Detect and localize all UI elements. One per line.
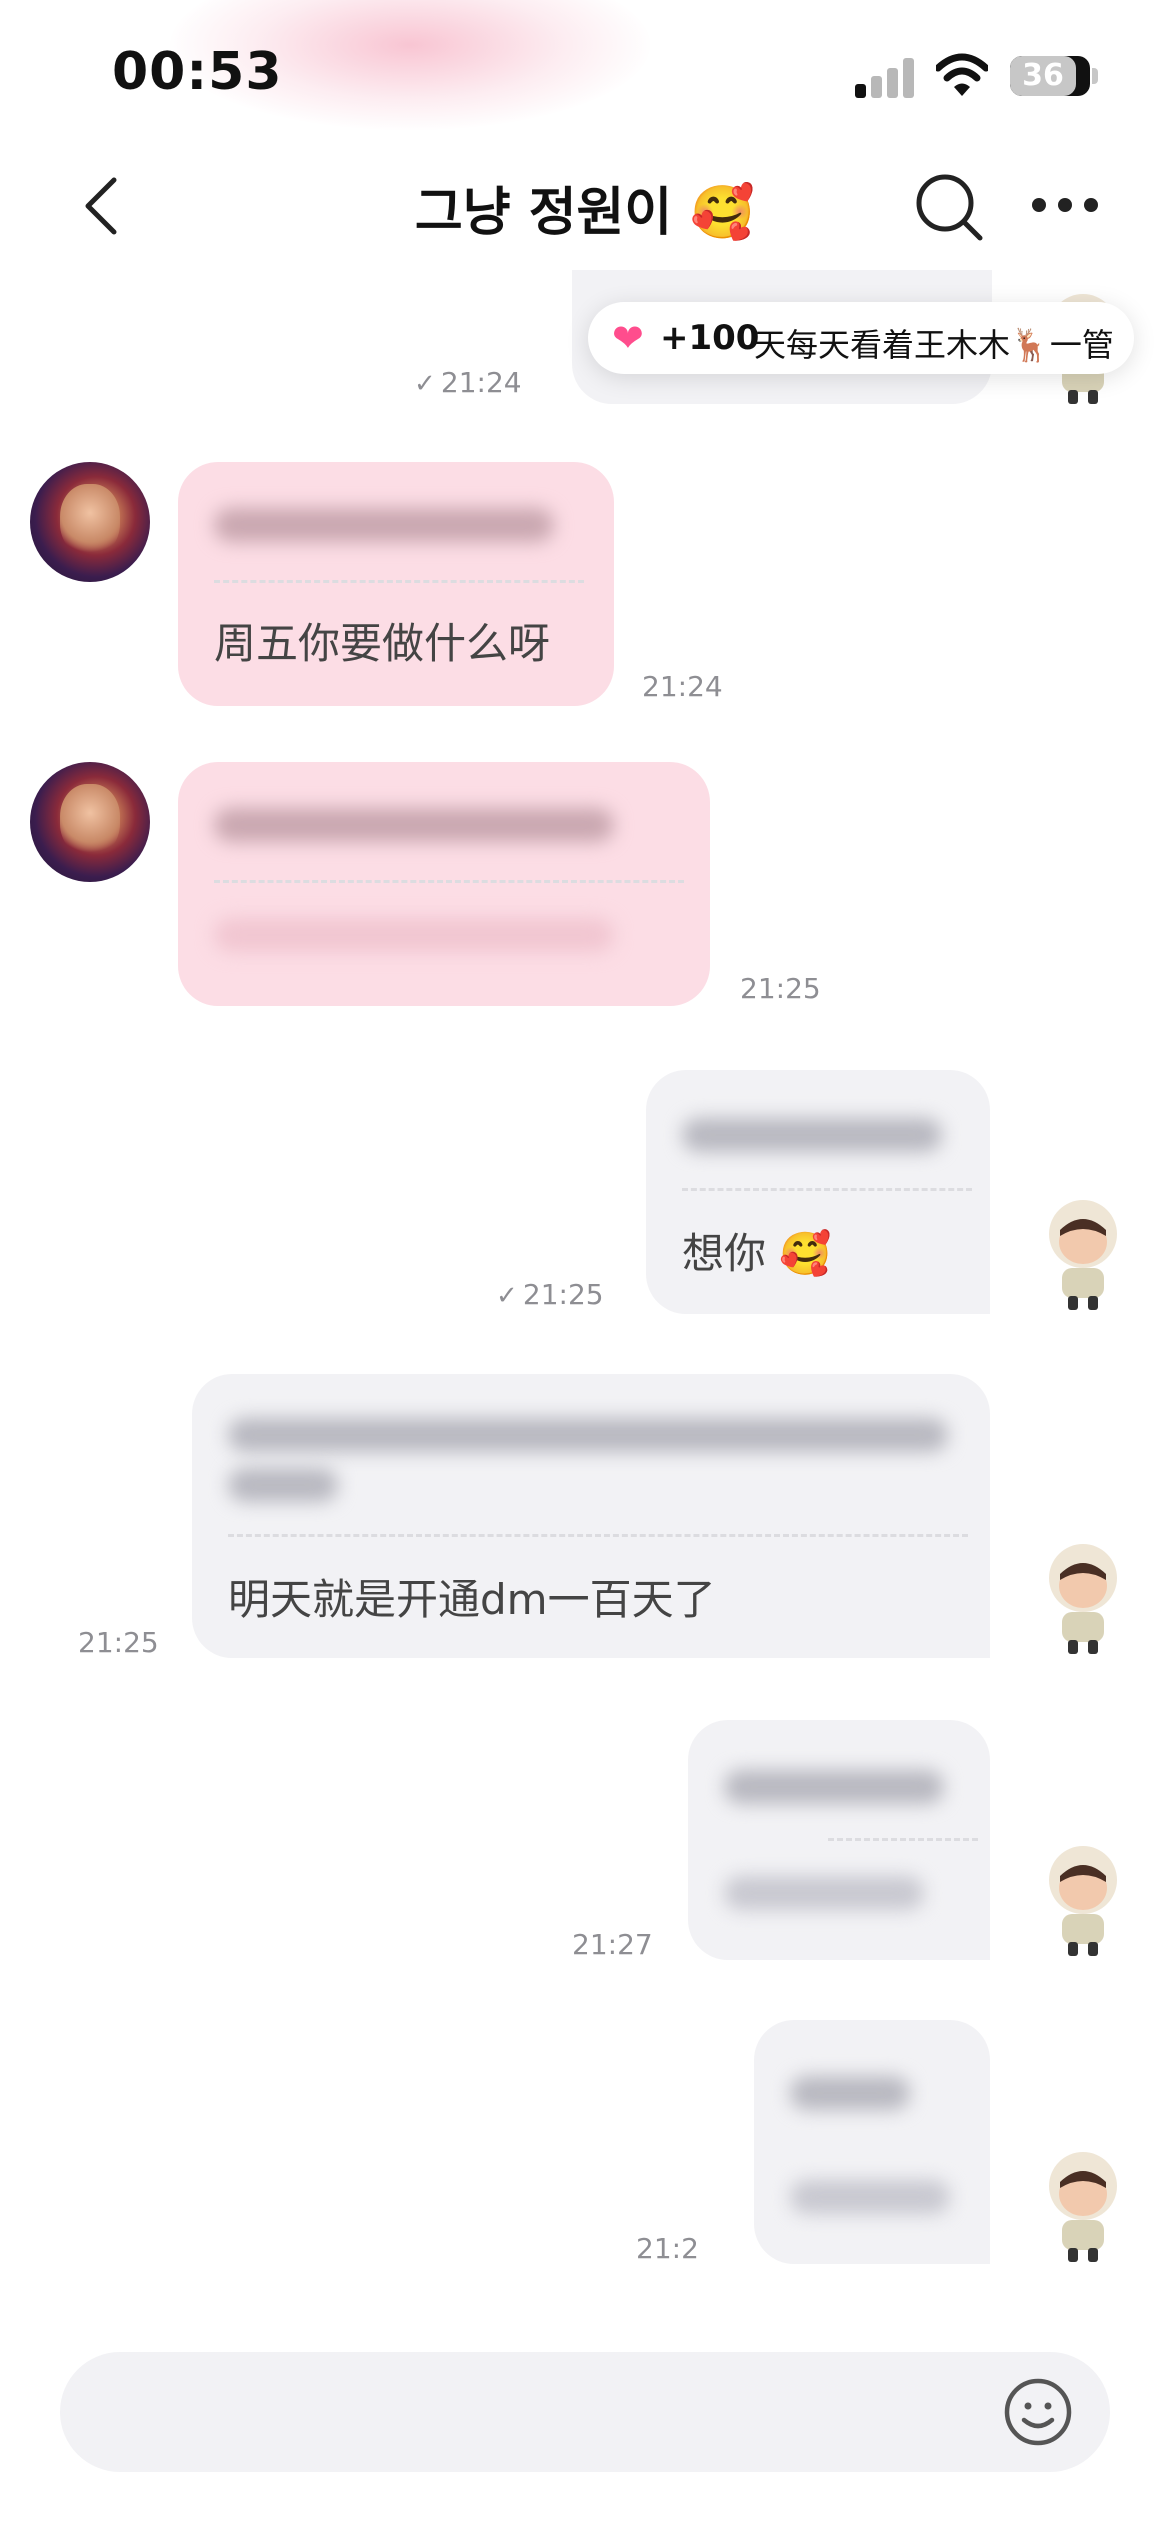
message-bubble-5[interactable]: 明天就是开通dm一百天了 <box>192 1374 990 1658</box>
search-icon[interactable] <box>912 170 986 244</box>
battery-level: 36 <box>1022 58 1064 93</box>
message-bubble-4[interactable]: 想你 🥰 <box>646 1070 990 1314</box>
message-bubble-6[interactable] <box>688 1720 990 1960</box>
signal-icon <box>855 56 915 98</box>
message-bubble-7[interactable] <box>754 2020 990 2264</box>
message-4-meta: ✓ 21:25 <box>496 1278 604 1311</box>
avatar-contact[interactable] <box>30 462 150 582</box>
message-1-meta: ✓ 21:24 <box>414 366 522 399</box>
battery-icon: 36 <box>1010 56 1090 96</box>
streak-count: +100 <box>660 318 760 358</box>
message-translation: 周五你要做什么呀 <box>214 619 551 668</box>
chat-title[interactable]: 그냥 정원이 🥰 <box>0 170 1170 245</box>
message-time: 21:25 <box>522 1278 604 1311</box>
battery-cap <box>1092 68 1098 84</box>
message-input[interactable] <box>60 2352 1110 2472</box>
message-translation: 想你 🥰 <box>682 1229 832 1278</box>
heart-icon: ❤ <box>612 316 644 360</box>
message-time: 21:25 <box>78 1626 159 1659</box>
read-check-icon: ✓ <box>496 1281 518 1311</box>
wifi-icon <box>936 53 988 96</box>
avatar-self[interactable] <box>1040 1842 1126 1958</box>
read-check-icon: ✓ <box>414 369 436 399</box>
smiley-icon[interactable] <box>1002 2376 1074 2448</box>
message-time: 21:24 <box>440 366 522 399</box>
message-translation: 明天就是开通dm一百天了 <box>228 1575 716 1624</box>
streak-banner[interactable]: ❤ +100 天每天看着王木木🦌一管 <box>588 302 1134 374</box>
message-time: 21:27 <box>572 1928 653 1961</box>
message-bubble-2[interactable]: 周五你要做什么呀 <box>178 462 614 706</box>
status-time: 00:53 <box>112 42 283 102</box>
avatar-contact[interactable] <box>30 762 150 882</box>
message-time: 21:2 <box>636 2232 699 2265</box>
streak-text: 天每天看着王木木🦌一管 <box>754 326 1114 364</box>
avatar-self[interactable] <box>1040 1540 1126 1656</box>
message-time: 21:25 <box>740 972 821 1005</box>
avatar-self[interactable] <box>1040 2148 1126 2264</box>
message-time: 21:24 <box>642 670 723 703</box>
more-icon[interactable] <box>1032 198 1098 214</box>
message-bubble-3[interactable] <box>178 762 710 1006</box>
avatar-self[interactable] <box>1040 1196 1126 1312</box>
